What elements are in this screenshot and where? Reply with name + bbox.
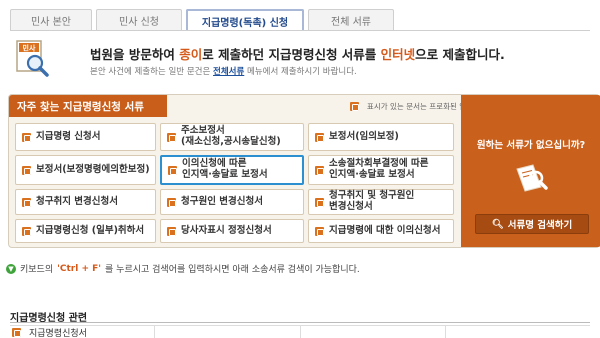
form-objection-fee-correction[interactable]: 이의신청에 따른 인지액·송달료 보정서	[160, 155, 304, 185]
banner-subtitle: 본안 사건에 제출하는 일반 문건은 전체서류 메뉴에서 제출하시기 바랍니다.	[90, 67, 357, 77]
document-icon	[167, 226, 176, 236]
svg-text:민사: 민사	[23, 44, 36, 53]
tab-bar: 민사 본안 민사 신청 지급명령(독촉) 신청 전체 서류	[10, 9, 398, 31]
form-address-correction[interactable]: 주소보정서 (재소신청,공시송달신청)	[160, 123, 304, 151]
tab-payment-order[interactable]: 지급명령(독촉) 신청	[186, 9, 304, 31]
form-voluntary-correction[interactable]: 보정서(임의보정)	[308, 123, 454, 151]
document-icon	[315, 226, 324, 236]
banner-title: 법원을 방문하여 종이로 제출하던 지급명령신청 서류를 인터넷으로 제출합니다…	[90, 47, 505, 62]
related-item-empty	[446, 326, 590, 338]
form-claim-purpose-and-cause-change[interactable]: 청구취지 및 청구원인 변경신청서	[308, 189, 454, 215]
all-documents-link[interactable]: 전체서류	[213, 67, 244, 77]
document-icon	[22, 226, 31, 236]
document-icon	[22, 165, 31, 175]
related-section-divider	[10, 322, 590, 323]
document-icon	[22, 132, 31, 142]
document-search-illustration-icon	[516, 164, 548, 192]
form-correction-by-order[interactable]: 보정서(보정명령에의한보정)	[15, 155, 156, 185]
document-name-search-button[interactable]: 🔍︎ 서류명 검색하기	[475, 214, 589, 234]
form-party-name-correction[interactable]: 당사자표시 정정신청서	[160, 219, 304, 243]
tab-civil-main[interactable]: 민사 본안	[10, 9, 92, 31]
form-claim-cause-change[interactable]: 청구원인 변경신청서	[160, 189, 304, 215]
form-partial-withdrawal[interactable]: 지급명령신청 (일부)취하서	[15, 219, 156, 243]
document-icon	[167, 132, 176, 142]
keyboard-search-hint: ▼ 키보드의 'Ctrl + F' 를 누르시고 검색어를 입력하시면 아래 소송…	[6, 262, 360, 275]
document-icon	[167, 197, 176, 207]
panel-title: 자주 찾는 지급명령신청 서류	[9, 95, 167, 117]
form-litigation-referral-fee-correction[interactable]: 소송절차회부결정에 따른 인지액·송달료 보정서	[308, 155, 454, 185]
document-icon	[315, 197, 324, 207]
document-icon	[168, 165, 177, 175]
form-claim-purpose-change[interactable]: 청구취지 변경신청서	[15, 189, 156, 215]
document-icon	[315, 165, 324, 175]
form-payment-order-application[interactable]: 지급명령 신청서	[15, 123, 156, 151]
down-arrow-icon: ▼	[6, 263, 16, 274]
document-icon	[315, 132, 324, 142]
related-item-empty	[155, 326, 301, 338]
related-item-empty	[301, 326, 446, 338]
document-icon	[12, 327, 21, 337]
related-forms-row: 지급명령신청서	[10, 325, 590, 338]
document-icon	[22, 197, 31, 207]
electronic-doc-icon	[349, 102, 359, 111]
civil-document-magnifier-icon: 민사	[16, 40, 49, 77]
form-objection-to-payment-order[interactable]: 지급명령에 대한 이의신청서	[308, 219, 454, 243]
tab-civil-application[interactable]: 민사 신청	[96, 9, 182, 31]
frequent-forms-panel: 자주 찾는 지급명령신청 서류 표시가 있는 문서는 프로화된 입력항목을 직접…	[8, 94, 600, 248]
no-document-question: 원하는 서류가 없으십니까?	[476, 140, 586, 151]
document-search-side-panel: 원하는 서류가 없으십니까? 🔍︎ 서류명 검색하기	[461, 95, 600, 247]
search-icon: 🔍︎	[491, 218, 504, 230]
related-item-payment-order-application[interactable]: 지급명령신청서	[10, 326, 156, 338]
tab-all-documents[interactable]: 전체 서류	[308, 9, 394, 31]
tab-divider	[10, 30, 590, 31]
